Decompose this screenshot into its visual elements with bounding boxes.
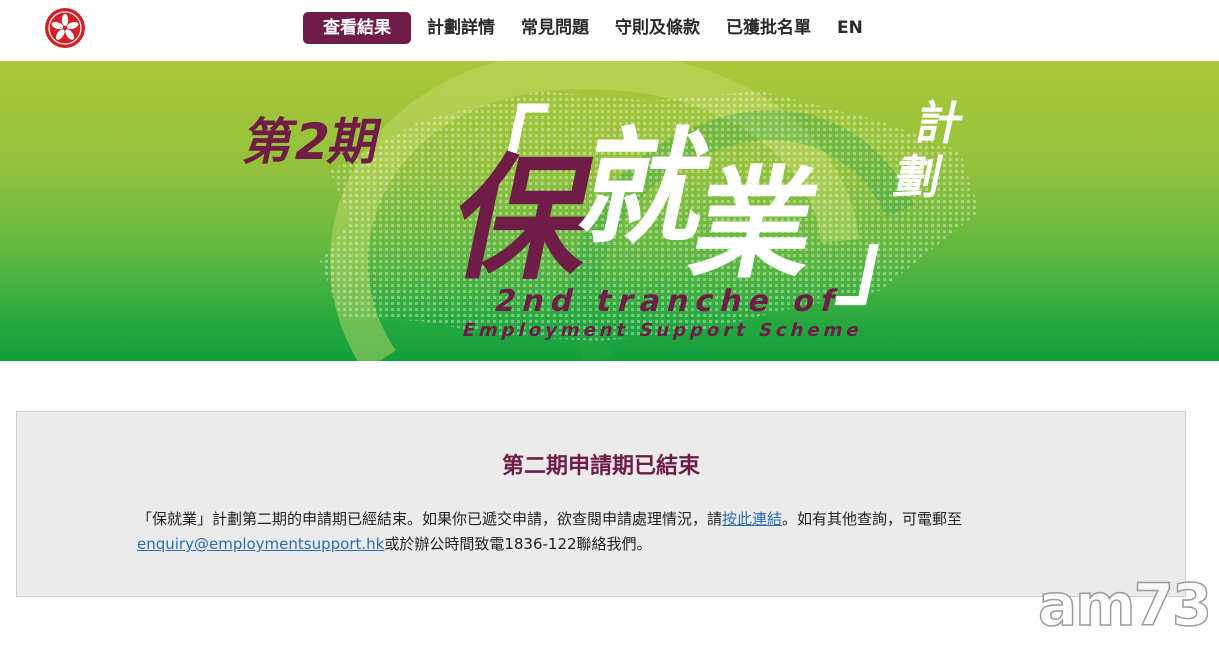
tranche-text: 第2期 <box>239 113 386 171</box>
notice-panel: 第二期申請期已結束 「保就業」計劃第二期的申請期已經結束。如果你已遞交申請，欲查… <box>16 411 1186 597</box>
watermark-text: am730 <box>1038 571 1208 639</box>
top-bar: 查看結果 計劃詳情 常見問題 守則及條款 已獲批名單 EN <box>0 0 1219 61</box>
notice-text-part-2: 。如有其他查詢，可電郵至 <box>782 510 963 528</box>
main-nav: 查看結果 計劃詳情 常見問題 守則及條款 已獲批名單 EN <box>303 12 876 44</box>
hero-banner: 第2期 「 保 就 業 」 計 劃 2nd tranche of Employm… <box>0 61 1219 361</box>
english-line-2: Employment Support Scheme <box>460 320 865 341</box>
nav-language-en[interactable]: EN <box>824 12 876 44</box>
banner-artwork: 第2期 「 保 就 業 」 計 劃 2nd tranche of Employm… <box>239 61 980 361</box>
nav-approved-list[interactable]: 已獲批名單 <box>713 12 824 44</box>
notice-text-part-3: 或於辦公時間致電1836-122聯絡我們。 <box>384 535 652 553</box>
hksar-bauhinia-emblem-icon[interactable] <box>44 7 86 49</box>
scheme-char-ji: 計 <box>911 96 968 149</box>
notice-body: 「保就業」計劃第二期的申請期已經結束。如果你已遞交申請，欲查閱申請處理情況，請按… <box>137 507 1067 557</box>
nav-faq[interactable]: 常見問題 <box>508 12 602 44</box>
notice-text-part-1: 「保就業」計劃第二期的申請期已經結束。如果你已遞交申請，欲查閱申請處理情況，請 <box>137 510 723 528</box>
results-link[interactable]: 按此連結 <box>722 510 782 528</box>
english-line-1: 2nd tranche of <box>491 284 846 318</box>
nav-scheme-details[interactable]: 計劃詳情 <box>414 12 508 44</box>
am730-watermark-logo: am730 <box>1038 570 1208 640</box>
nav-view-results[interactable]: 查看結果 <box>303 12 411 44</box>
enquiry-email-link[interactable]: enquiry@employmentsupport.hk <box>137 535 384 553</box>
notice-title: 第二期申請期已結束 <box>501 454 700 479</box>
tranche-heading: 第2期 <box>239 113 386 171</box>
nav-terms[interactable]: 守則及條款 <box>602 12 713 44</box>
